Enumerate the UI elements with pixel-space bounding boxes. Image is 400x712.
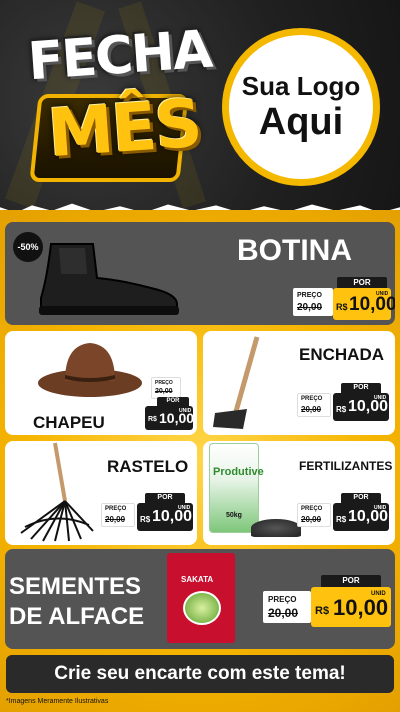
old-price-tag: PREÇO 20,00: [293, 288, 333, 316]
unit-label: UNID: [376, 291, 389, 297]
old-price-value: 20,00: [155, 388, 173, 395]
product-name: CHAPEU: [33, 413, 105, 432]
granules-pile: [251, 519, 301, 537]
product-card-chapeu[interactable]: CHAPEU PREÇO 20,00 POR R$ 10,00 UNID: [5, 331, 197, 435]
old-price-value: 20,00: [268, 606, 299, 620]
old-price-value: 20,00: [297, 302, 323, 313]
packet-brand: SAKATA: [181, 575, 214, 584]
unit-label: UNID: [178, 505, 191, 511]
new-price-label: POR: [341, 383, 381, 393]
boot-image: [39, 243, 179, 315]
old-price-tag: PREÇO 20,00: [101, 503, 135, 527]
old-price-tag: PREÇO 20,00: [297, 503, 331, 527]
currency-symbol: R$: [336, 405, 347, 414]
campaign-title-line1: FECHA: [26, 19, 213, 93]
logo-text-line2: Aqui: [258, 101, 344, 143]
logo-text-line1: Sua Logo: [241, 71, 361, 101]
campaign-logo: FECHA MÊS: [22, 20, 213, 182]
seed-packet-image: SAKATA: [167, 553, 235, 643]
product-name: ENCHADA: [299, 345, 384, 364]
old-price-label: PREÇO: [297, 292, 322, 299]
new-price-tag: R$ 10,00 UNID: [333, 503, 389, 531]
hoe-image: [213, 336, 260, 429]
product-name-line2: DE ALFACE: [9, 603, 145, 630]
bag-brand: Produtive: [213, 466, 264, 478]
new-price-value: 10,00: [349, 294, 395, 315]
product-name-line1: SEMENTES: [9, 573, 142, 600]
product-name: BOTINA: [237, 234, 352, 267]
old-price-tag: PREÇO 20,00: [263, 591, 311, 623]
unit-label: UNID: [374, 395, 387, 401]
new-price-tag: R$ 10,00 UNID: [137, 503, 193, 531]
currency-symbol: R$: [140, 515, 151, 524]
product-name: RASTELO: [107, 457, 189, 476]
product-card-rastelo[interactable]: RASTELO POR PREÇO 20,00 R$ 10,00 UNID: [5, 441, 197, 545]
old-price-value: 20,00: [301, 515, 322, 524]
header-banner: FECHA MÊS Sua Logo Aqui: [0, 0, 400, 210]
old-price-value: 20,00: [105, 515, 126, 524]
new-price-label: POR: [341, 493, 381, 503]
product-card-fertilizantes[interactable]: Produtive 50kg FERTILIZANTES POR PREÇO 2…: [203, 441, 395, 545]
new-price-label: POR: [145, 493, 185, 503]
old-price-label: PREÇO: [155, 380, 173, 386]
disclaimer-note: *Imagens Meramente Ilustrativas: [6, 698, 109, 705]
old-price-value: 20,00: [301, 405, 322, 414]
campaign-title-line2: MÊS: [45, 84, 203, 173]
new-price-tag: R$ 10,00 UNID: [311, 587, 391, 627]
cta-banner[interactable]: Crie seu encarte com este tema!: [6, 655, 394, 693]
store-logo-placeholder[interactable]: Sua Logo Aqui: [222, 28, 380, 186]
currency-symbol: R$: [336, 515, 347, 524]
hat-image: [38, 343, 142, 397]
currency-symbol: R$: [336, 302, 348, 312]
bag-weight: 50kg: [226, 512, 242, 519]
lettuce-photo: [183, 591, 221, 625]
old-price-label: PREÇO: [105, 506, 127, 512]
product-name: FERTILIZANTES: [299, 459, 393, 473]
product-card-botina[interactable]: -50% BOTINA PREÇO 20,00 POR R$ 10,00 UNI…: [5, 222, 395, 325]
new-price-tag: R$ 10,00 UNID: [145, 406, 194, 430]
new-price-label: POR: [321, 575, 381, 587]
product-card-sementes[interactable]: SEMENTES DE ALFACE SAKATA POR PREÇO 20,0…: [5, 549, 395, 649]
unit-label: UNID: [374, 505, 387, 511]
currency-symbol: R$: [148, 416, 157, 423]
new-price-label: POR: [157, 397, 189, 406]
old-price-tag: PREÇO 20,00: [151, 377, 181, 399]
old-price-label: PREÇO: [301, 506, 323, 512]
old-price-label: PREÇO: [301, 396, 323, 402]
new-price-tag: R$ 10,00 UNID: [333, 393, 389, 421]
currency-symbol: R$: [315, 605, 330, 617]
old-price-label: PREÇO: [268, 595, 297, 604]
fertilizer-bag-image: Produtive 50kg: [209, 443, 264, 533]
unit-label: UNID: [179, 408, 192, 414]
unit-label: UNID: [371, 591, 386, 597]
old-price-tag: PREÇO 20,00: [297, 393, 331, 417]
rake-image: [20, 442, 94, 542]
new-price-tag: R$ 10,00 UNID: [333, 288, 395, 320]
new-price-value: 10,00: [333, 595, 389, 620]
product-card-enchada[interactable]: ENCHADA POR PREÇO 20,00 R$ 10,00 UNID: [203, 331, 395, 435]
